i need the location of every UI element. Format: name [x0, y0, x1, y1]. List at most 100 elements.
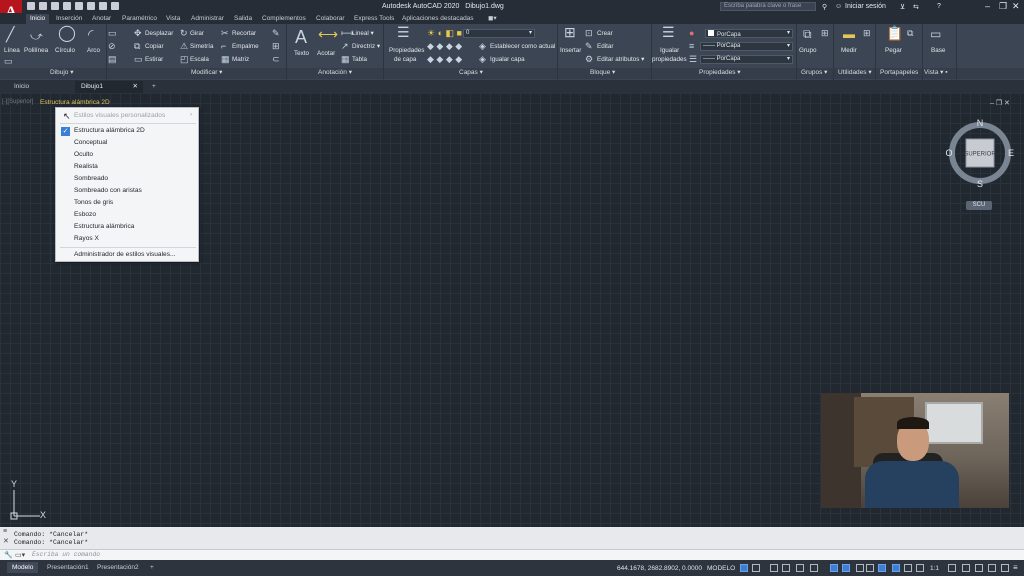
group-tools-icons[interactable]: ⊞: [821, 29, 829, 38]
print-icon[interactable]: [87, 2, 95, 10]
layout-tab-presentacion1[interactable]: Presentación1: [42, 562, 94, 573]
rectangle-icon[interactable]: ▭: [108, 29, 117, 38]
panel-label-capas[interactable]: Capas ▾: [459, 68, 483, 78]
lineweight-toggle-icon[interactable]: [866, 564, 874, 572]
tab-insercion[interactable]: Inserción: [52, 14, 86, 24]
edit-block-icon[interactable]: ✎: [585, 42, 593, 51]
panel-label-anotacion[interactable]: Anotación ▾: [318, 68, 352, 78]
line-icon[interactable]: ╱: [6, 27, 14, 41]
lineweight-icon[interactable]: ≡: [689, 42, 694, 51]
panel-label-utilidades[interactable]: Utilidades ▾: [838, 68, 872, 78]
save-icon[interactable]: [51, 2, 59, 10]
close-icon[interactable]: ✕: [1012, 1, 1020, 12]
user-icon[interactable]: ☺: [835, 3, 842, 10]
transparency-icon[interactable]: [878, 564, 886, 572]
new-icon[interactable]: [27, 2, 35, 10]
scale-button[interactable]: Escala: [190, 56, 209, 63]
menu-item-wireframe[interactable]: Estructura alámbrica: [74, 223, 134, 230]
compass-north[interactable]: N: [977, 118, 984, 128]
move-button[interactable]: Desplazar: [145, 30, 173, 37]
add-layout-icon[interactable]: +: [145, 562, 159, 573]
redo-icon[interactable]: [111, 2, 119, 10]
explode-icon[interactable]: ⊞: [272, 42, 280, 51]
layout-tab-presentacion2[interactable]: Presentación2: [92, 562, 144, 573]
tab-aplicaciones-destacadas[interactable]: Aplicaciones destacadas: [398, 14, 478, 24]
ortho-icon[interactable]: [796, 564, 804, 572]
polar-icon[interactable]: [810, 564, 818, 572]
mirror-icon[interactable]: ⚠: [180, 42, 188, 51]
edit-block-button[interactable]: Editar: [597, 43, 613, 50]
tab-parametrico[interactable]: Paramétrico: [118, 14, 161, 24]
menu-item-realistic[interactable]: Realista: [74, 163, 98, 170]
ribbon-toggle-icon[interactable]: ◼▾: [484, 14, 501, 24]
trim-icon[interactable]: ✂: [221, 29, 229, 38]
menu-item-grayscale[interactable]: Tonos de gris: [74, 199, 113, 206]
text-icon[interactable]: A: [295, 28, 307, 46]
match-properties-button[interactable]: Igualar: [660, 47, 679, 54]
create-block-icon[interactable]: ⊡: [585, 29, 593, 38]
gradient-icon[interactable]: ▤: [108, 55, 117, 64]
panel-label-propiedades[interactable]: Propiedades ▾: [699, 68, 741, 78]
wrench-icon[interactable]: 🔧: [4, 551, 13, 559]
layer-dropdown[interactable]: 0 ▾: [463, 29, 535, 38]
command-grip-icon[interactable]: ≡: [3, 528, 7, 535]
search-input[interactable]: Escriba palabra clave o frase: [720, 2, 816, 11]
match-properties-icon[interactable]: ☰: [662, 25, 675, 39]
utility-tools-icons[interactable]: ⊞: [863, 29, 871, 38]
table-icon[interactable]: ▦: [341, 55, 350, 64]
measure-icon[interactable]: ▬: [843, 28, 855, 40]
quick-access-toolbar[interactable]: [27, 2, 119, 10]
fillet-button[interactable]: Empalme: [232, 43, 259, 50]
linear-button[interactable]: Lineal ▾: [352, 30, 374, 37]
customization-menu-icon[interactable]: ≡: [1013, 563, 1018, 572]
offset-icon[interactable]: ⊂: [272, 55, 280, 64]
move-icon[interactable]: ✥: [134, 29, 142, 38]
units-icon[interactable]: [975, 564, 983, 572]
arc-button[interactable]: Arco: [87, 47, 100, 54]
color-dropdown[interactable]: PorCapa ▾: [705, 29, 793, 38]
linetype-icon[interactable]: ☰: [689, 55, 697, 64]
tab-express-tools[interactable]: Express Tools: [350, 14, 398, 24]
array-icon[interactable]: ▦: [221, 55, 230, 64]
hatch-icon[interactable]: ⊘: [108, 42, 116, 51]
close-tab-icon[interactable]: ✕: [133, 81, 138, 93]
stretch-icon[interactable]: ▭: [134, 55, 143, 64]
linetype-dropdown[interactable]: —— PorCapa ▾: [700, 55, 793, 64]
annotation-monitor-icon[interactable]: [962, 564, 970, 572]
command-close-icon[interactable]: ✕: [3, 537, 9, 545]
layer-state-icons[interactable]: ☀ ◐ ◧ ■: [427, 29, 462, 38]
layer-tools-icons-1[interactable]: ◆ ◆ ◆ ◆: [427, 42, 462, 51]
web-mobile-icon[interactable]: [75, 2, 83, 10]
lineweight-dropdown[interactable]: —— PorCapa ▾: [700, 42, 793, 51]
dimension-icon[interactable]: ⟷: [318, 27, 338, 41]
panel-label-portapapeles[interactable]: Portapapeles: [880, 68, 918, 78]
stretch-button[interactable]: Estirar: [145, 56, 163, 63]
minimize-icon[interactable]: –: [985, 1, 990, 11]
copy-icon[interactable]: ⧉: [134, 42, 140, 51]
edit-attributes-button[interactable]: Editar atributos ▾: [597, 56, 644, 63]
measure-button[interactable]: Medir: [841, 47, 857, 54]
menu-item-xray[interactable]: Rayos X: [74, 235, 99, 242]
base-view-icon[interactable]: ▭: [930, 28, 941, 40]
set-current-button[interactable]: Establecer como actual: [490, 43, 555, 50]
trim-button[interactable]: Recortar: [232, 30, 256, 37]
command-prompt-icon[interactable]: ▭▾: [15, 551, 25, 559]
base-view-button[interactable]: Base: [931, 47, 945, 54]
panel-label-vista[interactable]: Vista ▾ ▪: [924, 68, 948, 78]
create-block-button[interactable]: Crear: [597, 30, 613, 37]
scale-icon[interactable]: ◰: [180, 55, 189, 64]
line-button[interactable]: Línea: [4, 47, 20, 54]
viewport-controls[interactable]: [-][Superior]: [2, 99, 33, 105]
tab-complementos[interactable]: Complementos: [258, 14, 310, 24]
doc-tab-inicio[interactable]: Inicio: [8, 81, 70, 93]
tab-colaborar[interactable]: Colaborar: [312, 14, 349, 24]
layout-tab-modelo[interactable]: Modelo: [7, 562, 39, 573]
sign-in-link[interactable]: Iniciar sesión: [845, 3, 886, 10]
selection-cycling-icon[interactable]: [892, 564, 900, 572]
menu-header-custom-styles[interactable]: Estilos visuales personalizados: [74, 112, 165, 119]
workspace-icon[interactable]: [948, 564, 956, 572]
tab-vista[interactable]: Vista: [162, 14, 184, 24]
circle-icon[interactable]: ◯: [58, 26, 76, 42]
panel-label-bloque[interactable]: Bloque ▾: [590, 68, 615, 78]
arc-icon[interactable]: ◜: [88, 27, 93, 41]
